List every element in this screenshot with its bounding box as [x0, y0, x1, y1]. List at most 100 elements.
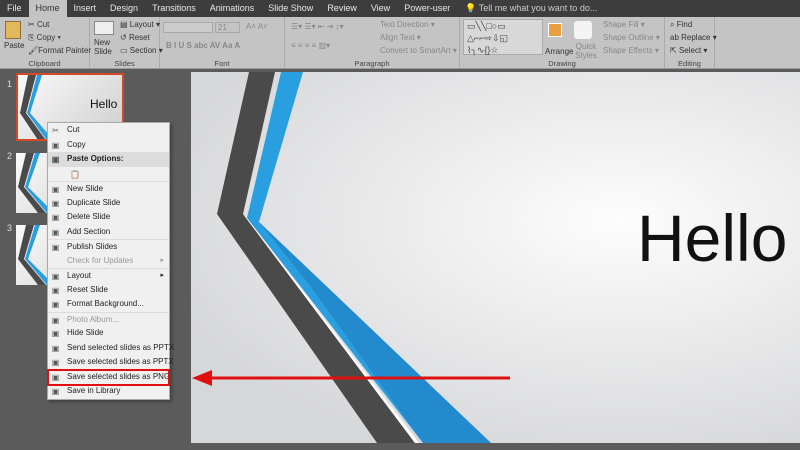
new-slide-button[interactable]: New Slide — [94, 38, 118, 56]
menu-item-delete-slide[interactable]: ▣ Delete Slide — [48, 210, 169, 225]
text-direction-button[interactable]: Text Direction ▾ — [380, 20, 435, 29]
menu-item-label: Send selected slides as PPTX — [67, 342, 175, 352]
align-buttons-icon[interactable]: ≡ ≡ ≡ ≡ ▥▾ — [291, 41, 330, 50]
grow-shrink-font-icon[interactable]: A˄ A˅ — [246, 22, 268, 31]
clipboard-label: Clipboard — [28, 59, 61, 68]
reset-label: Reset — [128, 33, 150, 42]
menu-item-format-background[interactable]: ▣ Format Background... — [48, 297, 169, 312]
tell-me-text: Tell me what you want to do... — [478, 3, 598, 13]
shape-outline-button[interactable]: Shape Outline ▾ — [603, 33, 660, 42]
menu-item-photo-album: ▣ Photo Album... — [48, 311, 169, 327]
publish-icon: ▣ — [51, 243, 60, 252]
menu-item-label: Layout — [67, 271, 92, 280]
menu-item-layout[interactable]: ▣ Layout ▸ — [48, 268, 169, 283]
tab-design[interactable]: Design — [103, 0, 145, 17]
shape-effects-label: Shape Effects — [603, 46, 653, 55]
select-button[interactable]: ⇱ Select ▾ — [670, 46, 707, 55]
text-direction-label: Text Direction — [380, 20, 429, 29]
format-painter-label: Format Painter — [38, 46, 92, 55]
shape-fill-button[interactable]: Shape Fill ▾ — [603, 20, 645, 29]
menu-item-new-slide[interactable]: ▣ New Slide — [48, 181, 169, 196]
menu-item-save-in-library[interactable]: ▣ Save in Library — [48, 384, 169, 399]
menu-item-label: Format Background... — [67, 299, 144, 308]
tab-insert[interactable]: Insert — [67, 0, 104, 17]
drawing-group: ▭╲╲□○▭ △⌐⌐⇨⇩◱ ⌇╮∿{}☆ Arrange Quick Styles … — [460, 17, 665, 69]
menu-item-label: Delete Slide — [67, 212, 111, 221]
align-text-button[interactable]: Align Text ▾ — [380, 33, 421, 42]
replace-button[interactable]: ab Replace ▾ — [670, 33, 717, 42]
menu-item-publish-slides[interactable]: ▣ Publish Slides — [48, 239, 169, 254]
ribbon: Paste ✂ Cut ⎘ Copy ▾ 🖌Format Painter Cli… — [0, 17, 800, 69]
replace-label: Replace — [681, 33, 711, 42]
shape-effects-button[interactable]: Shape Effects ▾ — [603, 46, 659, 55]
reset-button[interactable]: ↺ Reset — [120, 33, 150, 42]
tab-power-user[interactable]: Power-user — [397, 0, 457, 17]
copy-label: Copy — [36, 33, 56, 42]
paste-icon — [5, 21, 21, 39]
tab-file[interactable]: File — [0, 0, 29, 17]
duplicate-icon: ▣ — [51, 198, 60, 208]
paste-button[interactable]: Paste — [4, 41, 24, 50]
tab-slide-show[interactable]: Slide Show — [261, 0, 320, 17]
slides-group: New Slide ▤ Layout ▾ ↺ Reset ▭ Section ▾… — [90, 17, 163, 69]
arrange-button[interactable]: Arrange — [545, 47, 573, 56]
slide-number: 2 — [7, 151, 13, 161]
layout-icon: ▣ — [51, 272, 60, 281]
tell-me-search[interactable]: 💡 Tell me what you want to do... — [465, 3, 597, 14]
menu-item-duplicate-slide[interactable]: ▣ Duplicate Slide — [48, 196, 169, 211]
send-icon: ▣ — [51, 343, 60, 353]
menu-item-paste-keep-text[interactable]: 📋 — [48, 167, 169, 182]
tab-transitions[interactable]: Transitions — [145, 0, 203, 17]
menu-item-send-selected-slides-as-pptx[interactable]: ▣ Send selected slides as PPTX — [48, 341, 174, 356]
font-format-buttons[interactable]: B I U S abc AV Aa A — [166, 41, 240, 50]
tab-review[interactable]: Review — [320, 0, 364, 17]
menu-item-cut[interactable]: ✂ Cut — [48, 123, 169, 138]
slide-number: 3 — [7, 223, 13, 233]
menu-item-label: Publish Slides — [67, 242, 118, 251]
menu-item-copy[interactable]: ▣ Copy — [48, 138, 169, 153]
editing-label: Editing — [678, 59, 701, 68]
font-name-input[interactable] — [163, 22, 213, 33]
tab-home[interactable]: Home — [28, 0, 67, 17]
menu-item-label: Add Section — [67, 226, 111, 236]
copy-icon: ▣ — [51, 140, 60, 150]
select-label: Select — [678, 46, 702, 55]
font-size-input[interactable]: 21 — [215, 22, 240, 33]
quick-styles-icon — [574, 21, 592, 39]
menu-item-label: Hide Slide — [67, 328, 104, 337]
format-painter-button[interactable]: 🖌Format Painter — [28, 46, 91, 55]
menu-item-label: New Slide — [67, 184, 104, 193]
menu-item-reset-slide[interactable]: ▣ Reset Slide — [48, 283, 169, 298]
slide-title[interactable]: Hello — [637, 200, 787, 276]
lightbulb-icon: 💡 — [465, 3, 477, 13]
red-arrow — [192, 370, 510, 386]
shape-fill-label: Shape Fill — [603, 20, 639, 29]
submenu-arrow-icon: ▸ — [160, 256, 164, 264]
submenu-arrow-icon: ▸ — [160, 272, 164, 279]
layout-label: Layout — [129, 20, 154, 29]
tab-view[interactable]: View — [364, 0, 397, 17]
shapes-gallery[interactable]: ▭╲╲□○▭ △⌐⌐⇨⇩◱ ⌇╮∿{}☆ — [463, 19, 543, 55]
section-button[interactable]: ▭ Section ▾ — [120, 46, 163, 55]
shape-outline-label: Shape Outline — [603, 33, 654, 42]
scissors-icon: ✂ — [52, 126, 59, 135]
cut-button[interactable]: ✂ Cut — [28, 20, 49, 29]
menu-item-label: Reset Slide — [67, 284, 108, 294]
convert-smartart-button[interactable]: Convert to SmartArt ▾ — [380, 46, 457, 55]
layout-button[interactable]: ▤ Layout ▾ — [120, 20, 160, 29]
quick-styles-button[interactable]: Quick Styles — [572, 42, 600, 60]
find-button[interactable]: ⌕ Find — [670, 20, 692, 30]
section-icon: ▣ — [51, 227, 60, 237]
find-label: Find — [676, 20, 693, 29]
menu-item-add-section[interactable]: ▣ Add Section — [48, 225, 169, 240]
menu-item-check-for-updates: Check for Updates ▸ — [48, 254, 169, 269]
copy-button[interactable]: ⎘ Copy ▾ — [28, 33, 61, 43]
tab-animations[interactable]: Animations — [203, 0, 262, 17]
menu-item-label: Paste Options: — [67, 154, 124, 163]
thumb-title: Hello — [90, 97, 118, 111]
menu-item-hide-slide[interactable]: ▣ Hide Slide — [48, 326, 169, 341]
list-buttons-icon[interactable]: ☰▾ ☰▾ ⇤ ⇥ ↕▾ — [291, 22, 344, 31]
menu-item-save-selected-slides-as-pptx[interactable]: ▣ Save selected slides as PPTX — [48, 355, 174, 370]
paste-icon: ▣ — [51, 155, 60, 164]
menu-item-label: Save in Library — [67, 386, 121, 395]
